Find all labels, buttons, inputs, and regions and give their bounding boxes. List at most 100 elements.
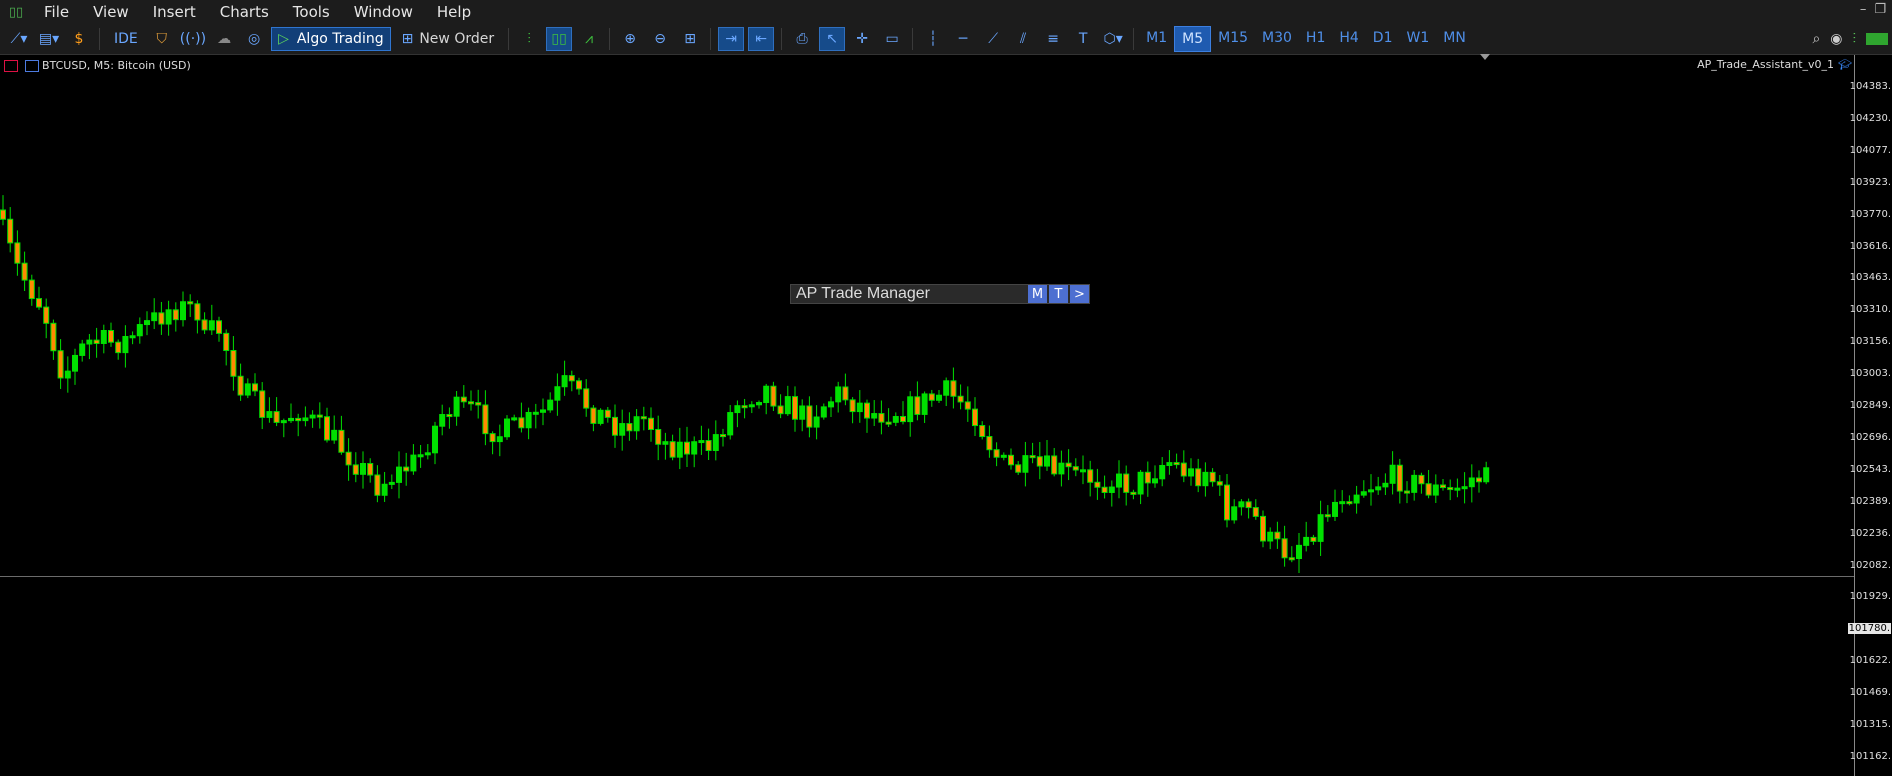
timeframe-m15[interactable]: M15 <box>1211 26 1255 50</box>
candle-body <box>345 451 352 466</box>
horizontal-line-icon[interactable]: ─ <box>950 27 976 51</box>
candle-body <box>640 416 647 420</box>
account-icon[interactable]: ◉ <box>1830 31 1842 47</box>
candle-body <box>662 441 669 445</box>
menu-bar: ▯▯ File View Insert Charts Tools Window … <box>0 0 1892 24</box>
restore-icon[interactable]: ❐ <box>1874 2 1886 17</box>
candle-body <box>1418 474 1425 485</box>
menu-file[interactable]: File <box>32 3 81 21</box>
panel-next-button[interactable]: > <box>1070 285 1089 303</box>
price-label: 102236. <box>1849 527 1891 539</box>
bag-icon[interactable]: ⛉ <box>149 27 175 51</box>
cloud-icon[interactable]: ☁ <box>211 27 237 51</box>
signals-icon[interactable]: ((·)) <box>179 27 207 51</box>
symbol-title: BTCUSD, M5: Bitcoin (USD) <box>42 59 191 72</box>
candle-body <box>496 436 503 443</box>
candle-body <box>324 416 330 441</box>
menu-window[interactable]: Window <box>342 3 425 21</box>
candle-body <box>784 396 791 415</box>
channel-icon[interactable]: ⫽ <box>1010 27 1036 51</box>
algo-trading-button[interactable]: ▷ Algo Trading <box>271 27 391 51</box>
vertical-line-icon[interactable]: ┆ <box>920 27 946 51</box>
timeframe-mn[interactable]: MN <box>1436 26 1473 50</box>
candle-body <box>1375 486 1382 491</box>
candle-body <box>532 411 539 415</box>
candle-body <box>50 322 57 352</box>
zoom-in-icon[interactable]: ⊕ <box>617 27 643 51</box>
candle-body <box>316 414 323 418</box>
market-icon[interactable]: $ <box>66 27 92 51</box>
candle-body <box>504 418 510 438</box>
profiles-icon[interactable]: ▤▾ <box>36 27 62 51</box>
candle-body <box>208 320 215 331</box>
candle-body <box>1425 483 1432 496</box>
chart-area[interactable] <box>0 55 1854 776</box>
minimize-icon[interactable]: – <box>1860 2 1867 17</box>
candle-body <box>482 404 489 435</box>
new-order-button[interactable]: ⊞ New Order <box>395 27 502 51</box>
price-label: 102389. <box>1849 495 1891 507</box>
panel-m-button[interactable]: M <box>1028 285 1047 303</box>
screenshot-icon[interactable]: ⎙ <box>789 27 815 51</box>
timeframe-w1[interactable]: W1 <box>1399 26 1436 50</box>
candle-body <box>57 350 64 379</box>
candlestick-chart-icon[interactable]: ▯▯ <box>546 27 573 51</box>
menu-help[interactable]: Help <box>425 3 483 21</box>
separator <box>710 28 712 50</box>
timeframe-m1[interactable]: M1 <box>1139 26 1174 50</box>
price-label: 104230. <box>1849 112 1891 124</box>
candle-body <box>79 343 86 356</box>
candle-body <box>1058 462 1065 475</box>
candle-body <box>698 440 705 444</box>
price-label: 103923. <box>1849 176 1891 188</box>
search-icon[interactable]: ⌕ <box>1812 31 1820 47</box>
candle-body <box>597 409 604 424</box>
crosshair-icon[interactable]: ✛ <box>849 27 875 51</box>
candle-body <box>828 401 834 408</box>
line-chart-icon[interactable]: ⩘ <box>576 27 602 51</box>
shapes-icon[interactable]: ⬡▾ <box>1100 27 1126 51</box>
autoscroll-icon[interactable]: ⇥ <box>718 27 745 51</box>
vps-icon[interactable]: ◎ <box>241 27 267 51</box>
candle-body <box>187 301 194 305</box>
graduation-cap-icon[interactable]: 🎓︎ <box>1838 58 1852 71</box>
candle-body <box>554 386 561 401</box>
bar-chart-icon[interactable]: ⫶ <box>516 27 542 51</box>
timeframe-h1[interactable]: H1 <box>1299 26 1332 50</box>
menu-charts[interactable]: Charts <box>208 3 281 21</box>
trendline-icon[interactable]: ⟋ <box>980 27 1006 51</box>
toolbar: ⟋▾ ▤▾ $ IDE ⛉ ((·)) ☁ ◎ ▷ Algo Trading ⊞… <box>0 24 1892 55</box>
new-chart-icon[interactable]: ⟋▾ <box>6 27 32 51</box>
candle-body <box>280 420 287 424</box>
trade-manager-panel[interactable]: AP Trade Manager M T > <box>790 284 1090 304</box>
menu-tools[interactable]: Tools <box>281 3 342 21</box>
signal-strength-icon[interactable]: ⫶ <box>1853 31 1857 47</box>
candle-body <box>1065 462 1072 468</box>
candle-body <box>223 332 230 352</box>
timeframe-h4[interactable]: H4 <box>1332 26 1365 50</box>
candle-body <box>1195 468 1202 487</box>
price-axis[interactable]: 104383. 104230. 104077. 103923. 103770. 10361… <box>1847 55 1892 776</box>
fibonacci-icon[interactable]: ≡ <box>1040 27 1066 51</box>
candle-body <box>396 466 402 483</box>
menu-insert[interactable]: Insert <box>141 3 208 21</box>
cursor-icon[interactable]: ↖ <box>819 27 846 51</box>
timeframe-d1[interactable]: D1 <box>1366 26 1400 50</box>
ok-icon[interactable]: ▭ <box>879 27 905 51</box>
timeframe-m30[interactable]: M30 <box>1255 26 1299 50</box>
text-icon[interactable]: T <box>1070 27 1096 51</box>
candle-body <box>439 414 446 427</box>
toolbar-right: ⌕ ◉ ⫶ <box>1812 24 1892 54</box>
candle-body <box>1087 469 1094 483</box>
zoom-out-icon[interactable]: ⊖ <box>647 27 673 51</box>
grid-icon[interactable]: ⊞ <box>677 27 703 51</box>
chart-shift-marker-icon[interactable] <box>1480 54 1490 60</box>
menu-view[interactable]: View <box>81 3 141 21</box>
candle-body <box>648 417 654 430</box>
ide-button[interactable]: IDE <box>107 27 145 51</box>
timeframe-m5[interactable]: M5 <box>1174 26 1212 52</box>
panel-t-button[interactable]: T <box>1049 285 1068 303</box>
candle-body <box>151 312 158 322</box>
candle-body <box>604 409 611 418</box>
chart-shift-icon[interactable]: ⇤ <box>748 27 775 51</box>
